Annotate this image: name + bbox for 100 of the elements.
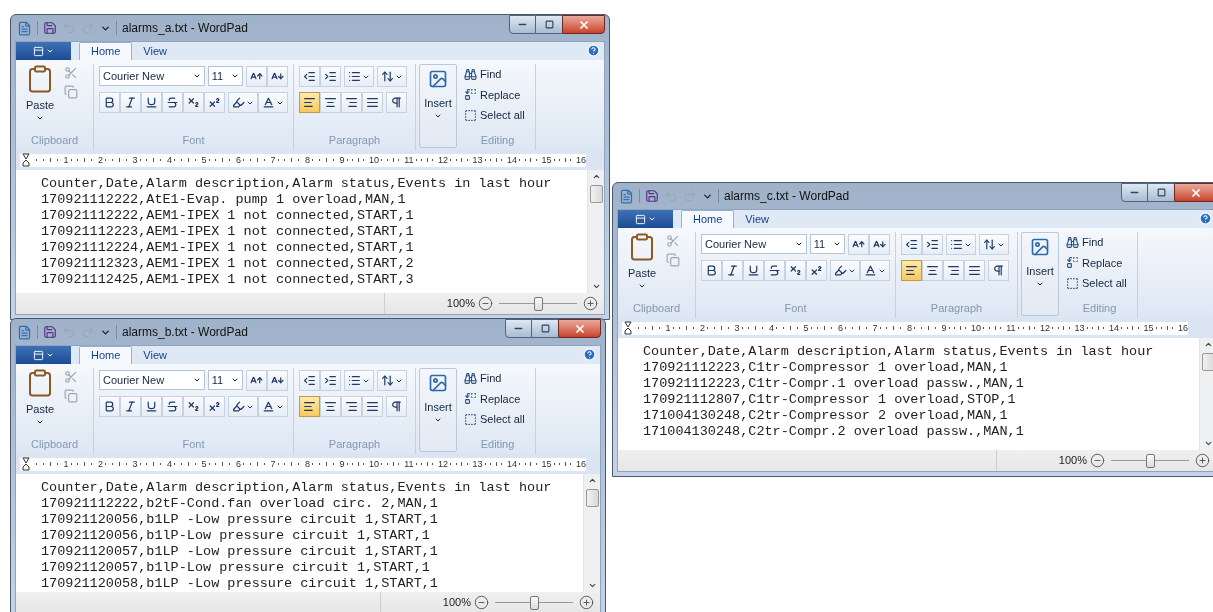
zoom-out-icon[interactable] (474, 595, 489, 610)
bullet-list-button[interactable] (344, 370, 374, 391)
bullet-list-button[interactable] (946, 234, 976, 255)
editing-button[interactable]: Select all (464, 411, 531, 428)
align-button[interactable] (964, 260, 985, 281)
font-name-dropdown[interactable]: Courier New (99, 370, 205, 390)
text-color-button[interactable] (258, 92, 288, 113)
editing-button[interactable]: Replace (1066, 254, 1133, 271)
paste-button[interactable]: Paste (20, 368, 60, 436)
highlight-button[interactable] (228, 396, 258, 417)
vertical-scrollbar[interactable] (587, 170, 604, 293)
bullet-list-button[interactable] (344, 66, 374, 87)
align-button[interactable] (362, 92, 383, 113)
shrink-font-button[interactable] (267, 66, 288, 87)
bold-button[interactable] (99, 92, 120, 113)
help-icon[interactable] (583, 348, 596, 361)
italic-button[interactable] (120, 92, 141, 113)
close-button[interactable] (1174, 183, 1213, 202)
bold-button[interactable] (701, 260, 722, 281)
line-spacing-button[interactable] (377, 66, 407, 87)
save-icon[interactable] (645, 189, 659, 203)
help-icon[interactable] (587, 44, 600, 57)
text-color-button[interactable] (258, 396, 288, 417)
indent-marker-icon[interactable] (22, 457, 30, 471)
app-menu-button[interactable] (16, 346, 71, 364)
scrollbar-thumb[interactable] (1201, 353, 1213, 371)
maximize-button[interactable] (532, 319, 558, 338)
align-button[interactable] (320, 92, 341, 113)
ribbon-tab[interactable]: Home (681, 210, 735, 228)
app-menu-button[interactable] (618, 210, 673, 228)
shrink-font-button[interactable] (267, 370, 288, 391)
indent-marker-icon[interactable] (22, 153, 30, 167)
zoom-in-icon[interactable] (1195, 453, 1210, 468)
align-button[interactable] (943, 260, 964, 281)
zoom-slider[interactable] (499, 296, 577, 311)
minimize-button[interactable] (1121, 183, 1148, 202)
font-size-dropdown[interactable]: 11 (809, 234, 845, 254)
superscript-button[interactable] (204, 92, 225, 113)
zoom-in-icon[interactable] (579, 595, 594, 610)
editing-button[interactable]: Replace (464, 86, 531, 103)
close-button[interactable] (558, 319, 601, 338)
paragraph-button[interactable] (386, 396, 407, 417)
align-button[interactable] (320, 396, 341, 417)
scrollbar-thumb[interactable] (585, 489, 599, 507)
font-name-dropdown[interactable]: Courier New (701, 234, 807, 254)
font-size-dropdown[interactable]: 11 (207, 370, 243, 390)
increase-indent-button[interactable] (922, 234, 943, 255)
save-icon[interactable] (43, 21, 57, 35)
save-icon[interactable] (43, 325, 57, 339)
insert-button[interactable]: Insert (419, 368, 457, 452)
scrollbar-thumb[interactable] (589, 185, 603, 203)
zoom-slider-thumb[interactable] (534, 296, 543, 311)
zoom-slider-thumb[interactable] (530, 595, 539, 610)
maximize-button[interactable] (1148, 183, 1174, 202)
editing-button[interactable]: Find (464, 370, 531, 387)
align-button[interactable] (299, 396, 320, 417)
app-menu-button[interactable] (16, 42, 71, 60)
zoom-slider-thumb[interactable] (1146, 453, 1155, 468)
grow-font-button[interactable] (848, 234, 869, 255)
strikethrough-button[interactable] (764, 260, 785, 281)
underline-button[interactable] (141, 396, 162, 417)
ribbon-tab[interactable]: Home (79, 42, 133, 60)
decrease-indent-button[interactable] (901, 234, 922, 255)
italic-button[interactable] (120, 396, 141, 417)
editing-button[interactable]: Select all (1066, 275, 1133, 292)
font-name-dropdown[interactable]: Courier New (99, 66, 205, 86)
paragraph-button[interactable] (988, 260, 1009, 281)
zoom-slider[interactable] (495, 595, 573, 610)
paste-button[interactable]: Paste (20, 64, 60, 132)
underline-button[interactable] (141, 92, 162, 113)
editing-button[interactable]: Find (464, 66, 531, 83)
superscript-button[interactable] (204, 396, 225, 417)
vertical-scrollbar[interactable] (1199, 338, 1213, 450)
ribbon-tab[interactable]: View (132, 42, 178, 60)
underline-button[interactable] (743, 260, 764, 281)
align-button[interactable] (341, 92, 362, 113)
vertical-scrollbar[interactable] (583, 474, 600, 592)
subscript-button[interactable] (183, 92, 204, 113)
grow-font-button[interactable] (246, 66, 267, 87)
insert-button[interactable]: Insert (1021, 232, 1059, 316)
editing-button[interactable]: Find (1066, 234, 1133, 251)
editing-button[interactable]: Replace (464, 390, 531, 407)
strikethrough-button[interactable] (162, 396, 183, 417)
increase-indent-button[interactable] (320, 66, 341, 87)
subscript-button[interactable] (183, 396, 204, 417)
grow-font-button[interactable] (246, 370, 267, 391)
strikethrough-button[interactable] (162, 92, 183, 113)
highlight-button[interactable] (830, 260, 860, 281)
shrink-font-button[interactable] (869, 234, 890, 255)
zoom-slider[interactable] (1111, 453, 1189, 468)
increase-indent-button[interactable] (320, 370, 341, 391)
zoom-in-icon[interactable] (583, 296, 598, 311)
ribbon-tab[interactable]: View (132, 346, 178, 364)
bold-button[interactable] (99, 396, 120, 417)
maximize-button[interactable] (536, 15, 562, 34)
minimize-button[interactable] (509, 15, 536, 34)
help-icon[interactable] (1199, 212, 1212, 225)
highlight-button[interactable] (228, 92, 258, 113)
zoom-out-icon[interactable] (1090, 453, 1105, 468)
superscript-button[interactable] (806, 260, 827, 281)
